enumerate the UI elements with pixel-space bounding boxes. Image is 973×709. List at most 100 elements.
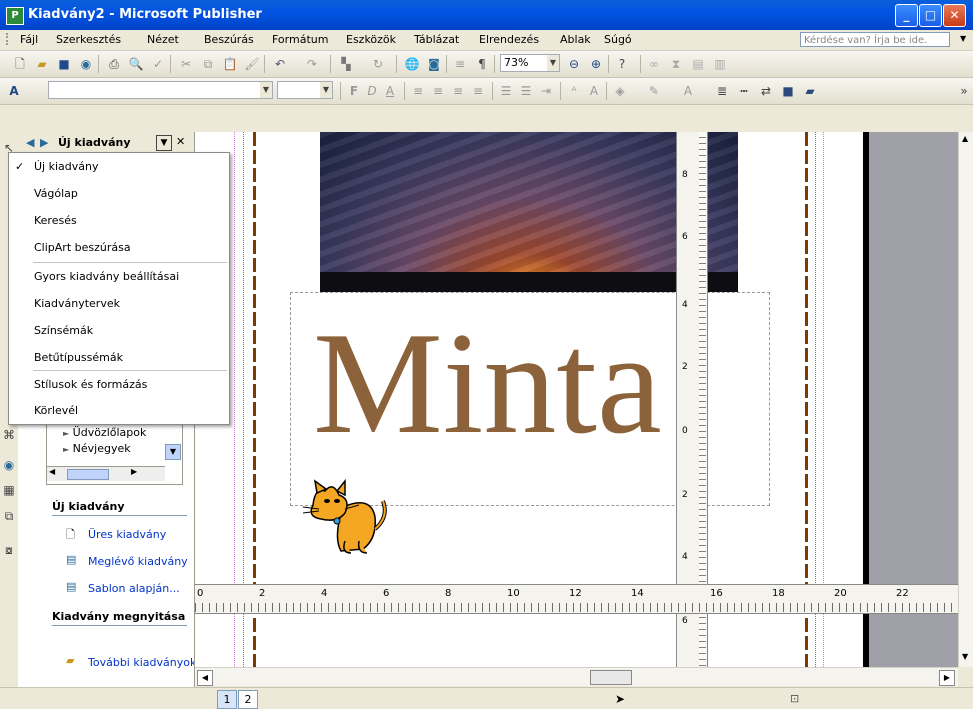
zoom-select[interactable]: 73% ▼ (500, 54, 560, 72)
menu-arrange[interactable]: Elrendezés (479, 33, 539, 46)
styles-icon[interactable]: A (6, 83, 22, 99)
bring-forward-icon[interactable]: ▚ (338, 56, 354, 72)
paste-icon[interactable]: 📋 (222, 56, 238, 72)
toolbar-options-icon[interactable]: » (956, 83, 972, 99)
dd-item-new-publication[interactable]: ✓ Új kiadvány (9, 153, 229, 180)
zoom-in-icon[interactable]: ⊕ (588, 56, 604, 72)
design-gallery-icon[interactable]: ⌘ (1, 427, 17, 443)
page-2-button[interactable]: 2 (238, 690, 258, 709)
menu-table[interactable]: Táblázat (414, 33, 459, 46)
font-color-icon[interactable]: A (680, 83, 696, 99)
zoom-out-icon[interactable]: ⊖ (566, 56, 582, 72)
unlink-icon[interactable]: ⧗ (668, 56, 684, 72)
align-center-icon[interactable]: ≡ (430, 83, 446, 99)
from-template-link[interactable]: Sablon alapján... (88, 582, 180, 595)
scroll-right-icon[interactable]: ▶ (939, 670, 955, 686)
dd-item-search[interactable]: Keresés (9, 207, 229, 234)
publisher-app-icon[interactable]: P (6, 7, 24, 25)
forward-arrow-icon[interactable]: ▶ (40, 136, 48, 149)
page-1-button[interactable]: 1 (217, 690, 237, 709)
dd-item-styles-formatting[interactable]: Stílusok és formázás (9, 371, 229, 398)
help-question-input[interactable]: Kérdése van? Írja be ide. (800, 32, 950, 47)
scroll-down-icon[interactable]: ▼ (165, 444, 181, 460)
cat-clipart[interactable] (293, 477, 393, 557)
undo-icon[interactable]: ↶ (272, 56, 288, 72)
dd-item-insert-clipart[interactable]: ClipArt beszúrása (9, 234, 229, 261)
menu-help[interactable]: Súgó (604, 33, 632, 46)
scroll-left-icon[interactable]: ◀ (197, 670, 213, 686)
print-icon[interactable]: ⎙ (106, 56, 122, 72)
help-dropdown-icon[interactable]: ▼ (960, 34, 966, 43)
open-folder-icon[interactable]: ▰ (34, 56, 50, 72)
font-name-select[interactable]: ▼ (48, 81, 273, 99)
line-color-icon[interactable]: ✎ (646, 83, 662, 99)
indent-icon[interactable]: ⇥ (538, 83, 554, 99)
search-icon[interactable]: ◉ (78, 56, 94, 72)
scroll-thumb[interactable] (590, 670, 632, 685)
dd-item-mail-merge[interactable]: Körlevél (9, 397, 229, 424)
align-left-icon[interactable]: ≡ (410, 83, 426, 99)
italic-button[interactable]: D (364, 83, 380, 99)
rotate-icon[interactable]: ↻ (370, 56, 386, 72)
redo-icon[interactable]: ↷ (304, 56, 320, 72)
numbering-icon[interactable]: ☰ (498, 83, 514, 99)
web-component-icon[interactable]: ⧇ (1, 542, 17, 558)
font-size-select[interactable]: ▼ (277, 81, 333, 99)
fill-color-icon[interactable]: ◈ (612, 83, 628, 99)
dd-item-quick-publication[interactable]: Gyors kiadvány beállításai (9, 263, 229, 290)
save-icon[interactable]: ■ (56, 56, 72, 72)
task-pane-close-icon[interactable]: ✕ (176, 135, 185, 148)
menu-file[interactable]: Fájl (20, 33, 38, 46)
tree-hscrollbar[interactable]: ◀ ▶ (47, 466, 165, 481)
more-publications-link[interactable]: További kiadványok... (88, 656, 194, 669)
menu-view[interactable]: Nézet (147, 33, 179, 46)
minimize-button[interactable]: _ (895, 4, 918, 27)
justify-icon[interactable]: ≡ (470, 83, 486, 99)
hot-spot-icon[interactable]: ◉ (1, 457, 17, 473)
menu-window[interactable]: Ablak (560, 33, 591, 46)
scroll-up-icon[interactable]: ▲ (962, 134, 968, 143)
help-icon[interactable]: ? (614, 56, 630, 72)
close-button[interactable]: ✕ (943, 4, 966, 27)
back-arrow-icon[interactable]: ◀ (26, 136, 34, 149)
task-pane-menu-chevron-icon[interactable]: ▼ (156, 135, 172, 151)
dd-item-color-schemes[interactable]: Színsémák (9, 317, 229, 344)
tree-item[interactable]: ► Névjegyek (63, 442, 131, 455)
blank-publication-link[interactable]: Üres kiadvány (88, 528, 166, 541)
tree-item[interactable]: ► Üdvözlőlapok (63, 426, 146, 439)
copy-icon[interactable]: ⧉ (200, 56, 216, 72)
form-control-icon[interactable]: ▦ (1, 482, 17, 498)
insert-hyperlink-icon[interactable]: 🌐 (404, 56, 420, 72)
decrease-font-icon[interactable]: ᴬ (566, 83, 582, 99)
bullets-icon[interactable]: ☰ (518, 83, 534, 99)
cut-icon[interactable]: ✂ (178, 56, 194, 72)
existing-publication-link[interactable]: Meglévő kiadvány (88, 555, 188, 568)
scroll-down-icon[interactable]: ▼ (962, 652, 968, 661)
underline-button[interactable]: A (382, 83, 398, 99)
menu-insert[interactable]: Beszúrás (204, 33, 254, 46)
bold-button[interactable]: F (346, 83, 362, 99)
format-painter-icon[interactable]: 🖌 (244, 56, 260, 72)
pilcrow-icon[interactable]: ¶ (474, 56, 490, 72)
print-preview-icon[interactable]: 🔍 (128, 56, 144, 72)
menu-format[interactable]: Formátum (272, 33, 328, 46)
menu-edit[interactable]: Szerkesztés (56, 33, 121, 46)
dd-item-font-schemes[interactable]: Betűtípussémák (9, 344, 229, 371)
horizontal-scrollbar[interactable]: ◀ ▶ (195, 667, 958, 686)
new-document-icon[interactable]: 🗋 (12, 56, 28, 72)
dash-style-icon[interactable]: ┅ (736, 83, 752, 99)
web-preview-icon[interactable]: ◙ (426, 56, 442, 72)
columns-icon[interactable]: ≡ (452, 56, 468, 72)
increase-font-icon[interactable]: A (586, 83, 602, 99)
menu-tools[interactable]: Eszközök (346, 33, 396, 46)
dd-item-clipboard[interactable]: Vágólap (9, 180, 229, 207)
arrow-style-icon[interactable]: ⇄ (758, 83, 774, 99)
link-icon[interactable]: ∞ (646, 56, 662, 72)
maximize-button[interactable]: □ (919, 4, 942, 27)
scroll-thumb[interactable] (67, 469, 109, 480)
text-box-icon[interactable]: ▤ (690, 56, 706, 72)
3d-style-icon[interactable]: ▰ (802, 83, 818, 99)
scroll-left-icon[interactable]: ◀ (49, 467, 55, 476)
html-fragment-icon[interactable]: ⧉ (1, 508, 17, 524)
text-box-next-icon[interactable]: ▥ (712, 56, 728, 72)
